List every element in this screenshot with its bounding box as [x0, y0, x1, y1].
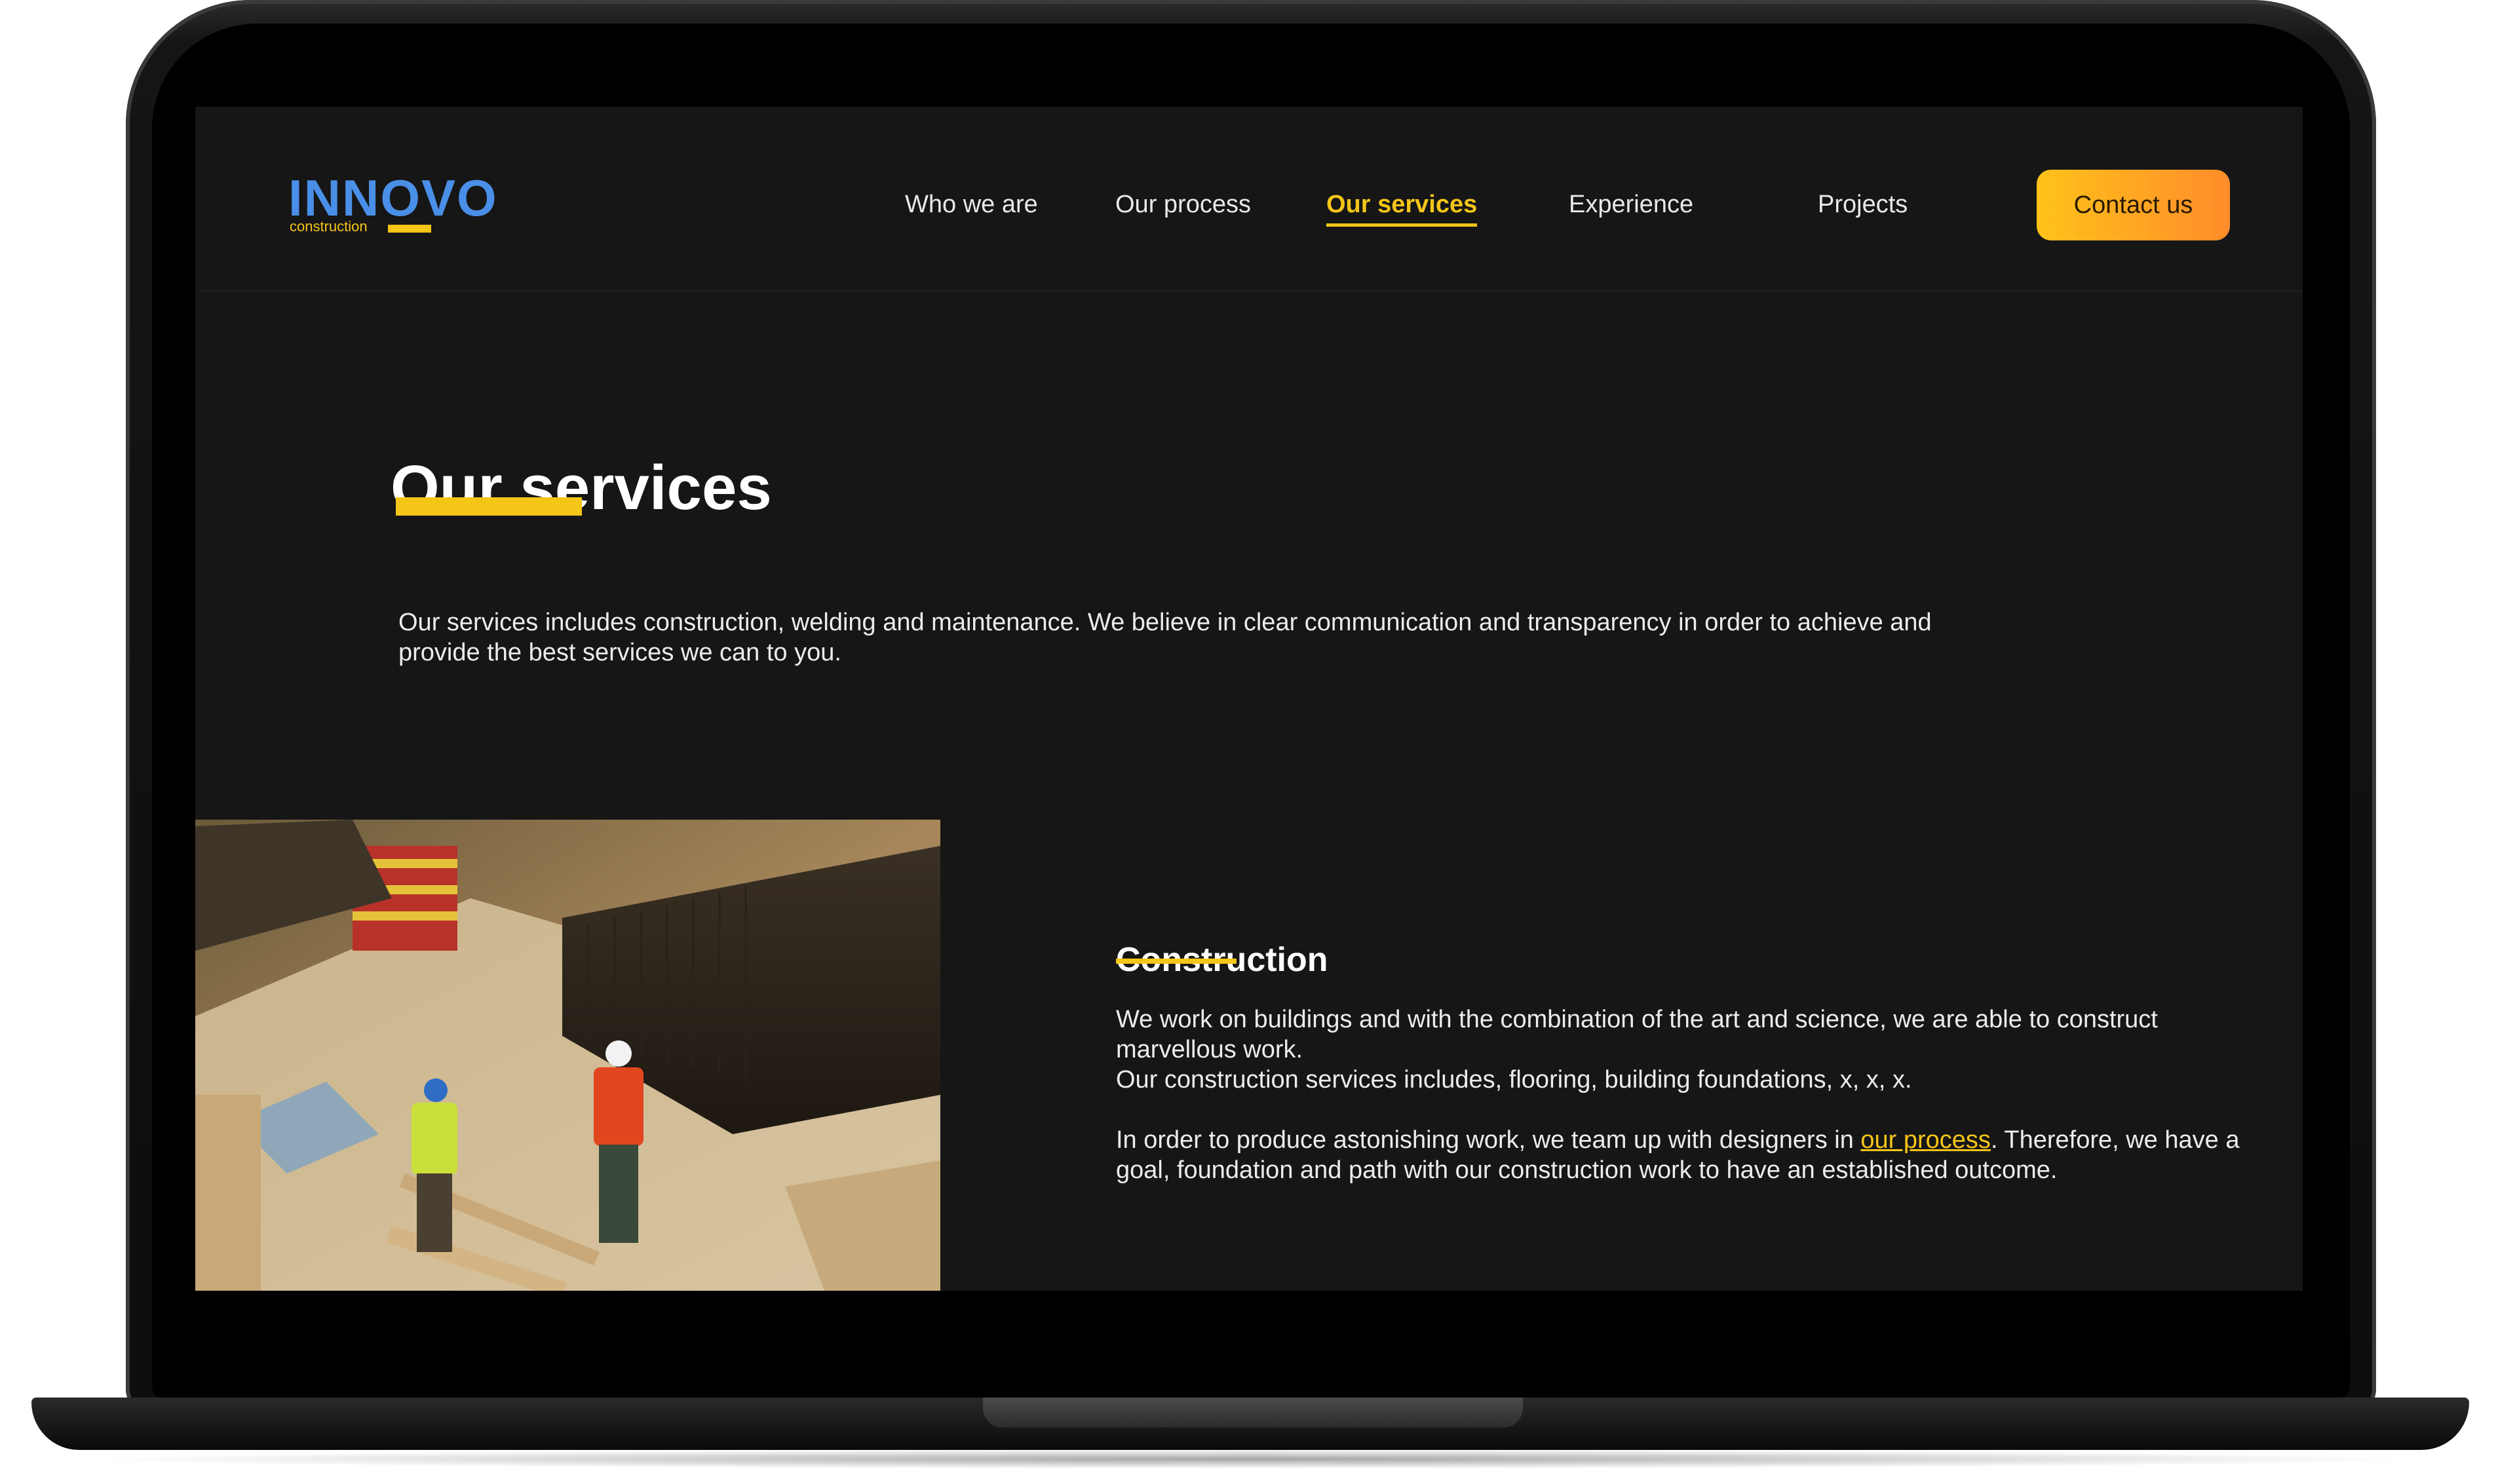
nav-item-our-process[interactable]: Our process	[1115, 192, 1251, 217]
nav-item-projects[interactable]: Projects	[1818, 192, 1908, 217]
laptop-shadow	[79, 1449, 2425, 1469]
construction-paragraph-1-line-1: We work on buildings and with the combin…	[1116, 1006, 2158, 1063]
nav-item-experience[interactable]: Experience	[1569, 192, 1693, 217]
construction-paragraph-2-start: In order to produce astonishing work, we…	[1116, 1126, 1861, 1154]
title-accent-bar	[396, 497, 582, 516]
nav-item-who-we-are[interactable]: Who we are	[905, 192, 1038, 217]
main-nav: Who we are Our process Our services Expe…	[195, 107, 2303, 292]
website-screen: INNOVO construction Who we are Our proce…	[195, 107, 2303, 1291]
laptop-hinge-notch	[983, 1398, 1523, 1428]
construction-heading-bar	[1116, 959, 1237, 964]
intro-text: Our services includes construction, weld…	[398, 609, 1932, 666]
nav-item-our-services-label: Our services	[1326, 191, 1478, 218]
active-nav-underline	[1326, 223, 1478, 227]
our-process-link[interactable]: our process	[1860, 1126, 1991, 1154]
construction-paragraph-1-line-2: Our construction services includes, floo…	[1116, 1066, 1912, 1094]
contact-us-button[interactable]: Contact us	[2037, 170, 2230, 240]
construction-paragraph-2: In order to produce astonishing work, we…	[1116, 1125, 2243, 1185]
construction-description: We work on buildings and with the combin…	[1116, 1004, 2243, 1185]
site-header: INNOVO construction Who we are Our proce…	[195, 107, 2303, 292]
construction-site-photo	[195, 820, 940, 1291]
nav-item-our-services[interactable]: Our services	[1326, 191, 1478, 227]
construction-paragraph-1: We work on buildings and with the combin…	[1116, 1004, 2243, 1095]
